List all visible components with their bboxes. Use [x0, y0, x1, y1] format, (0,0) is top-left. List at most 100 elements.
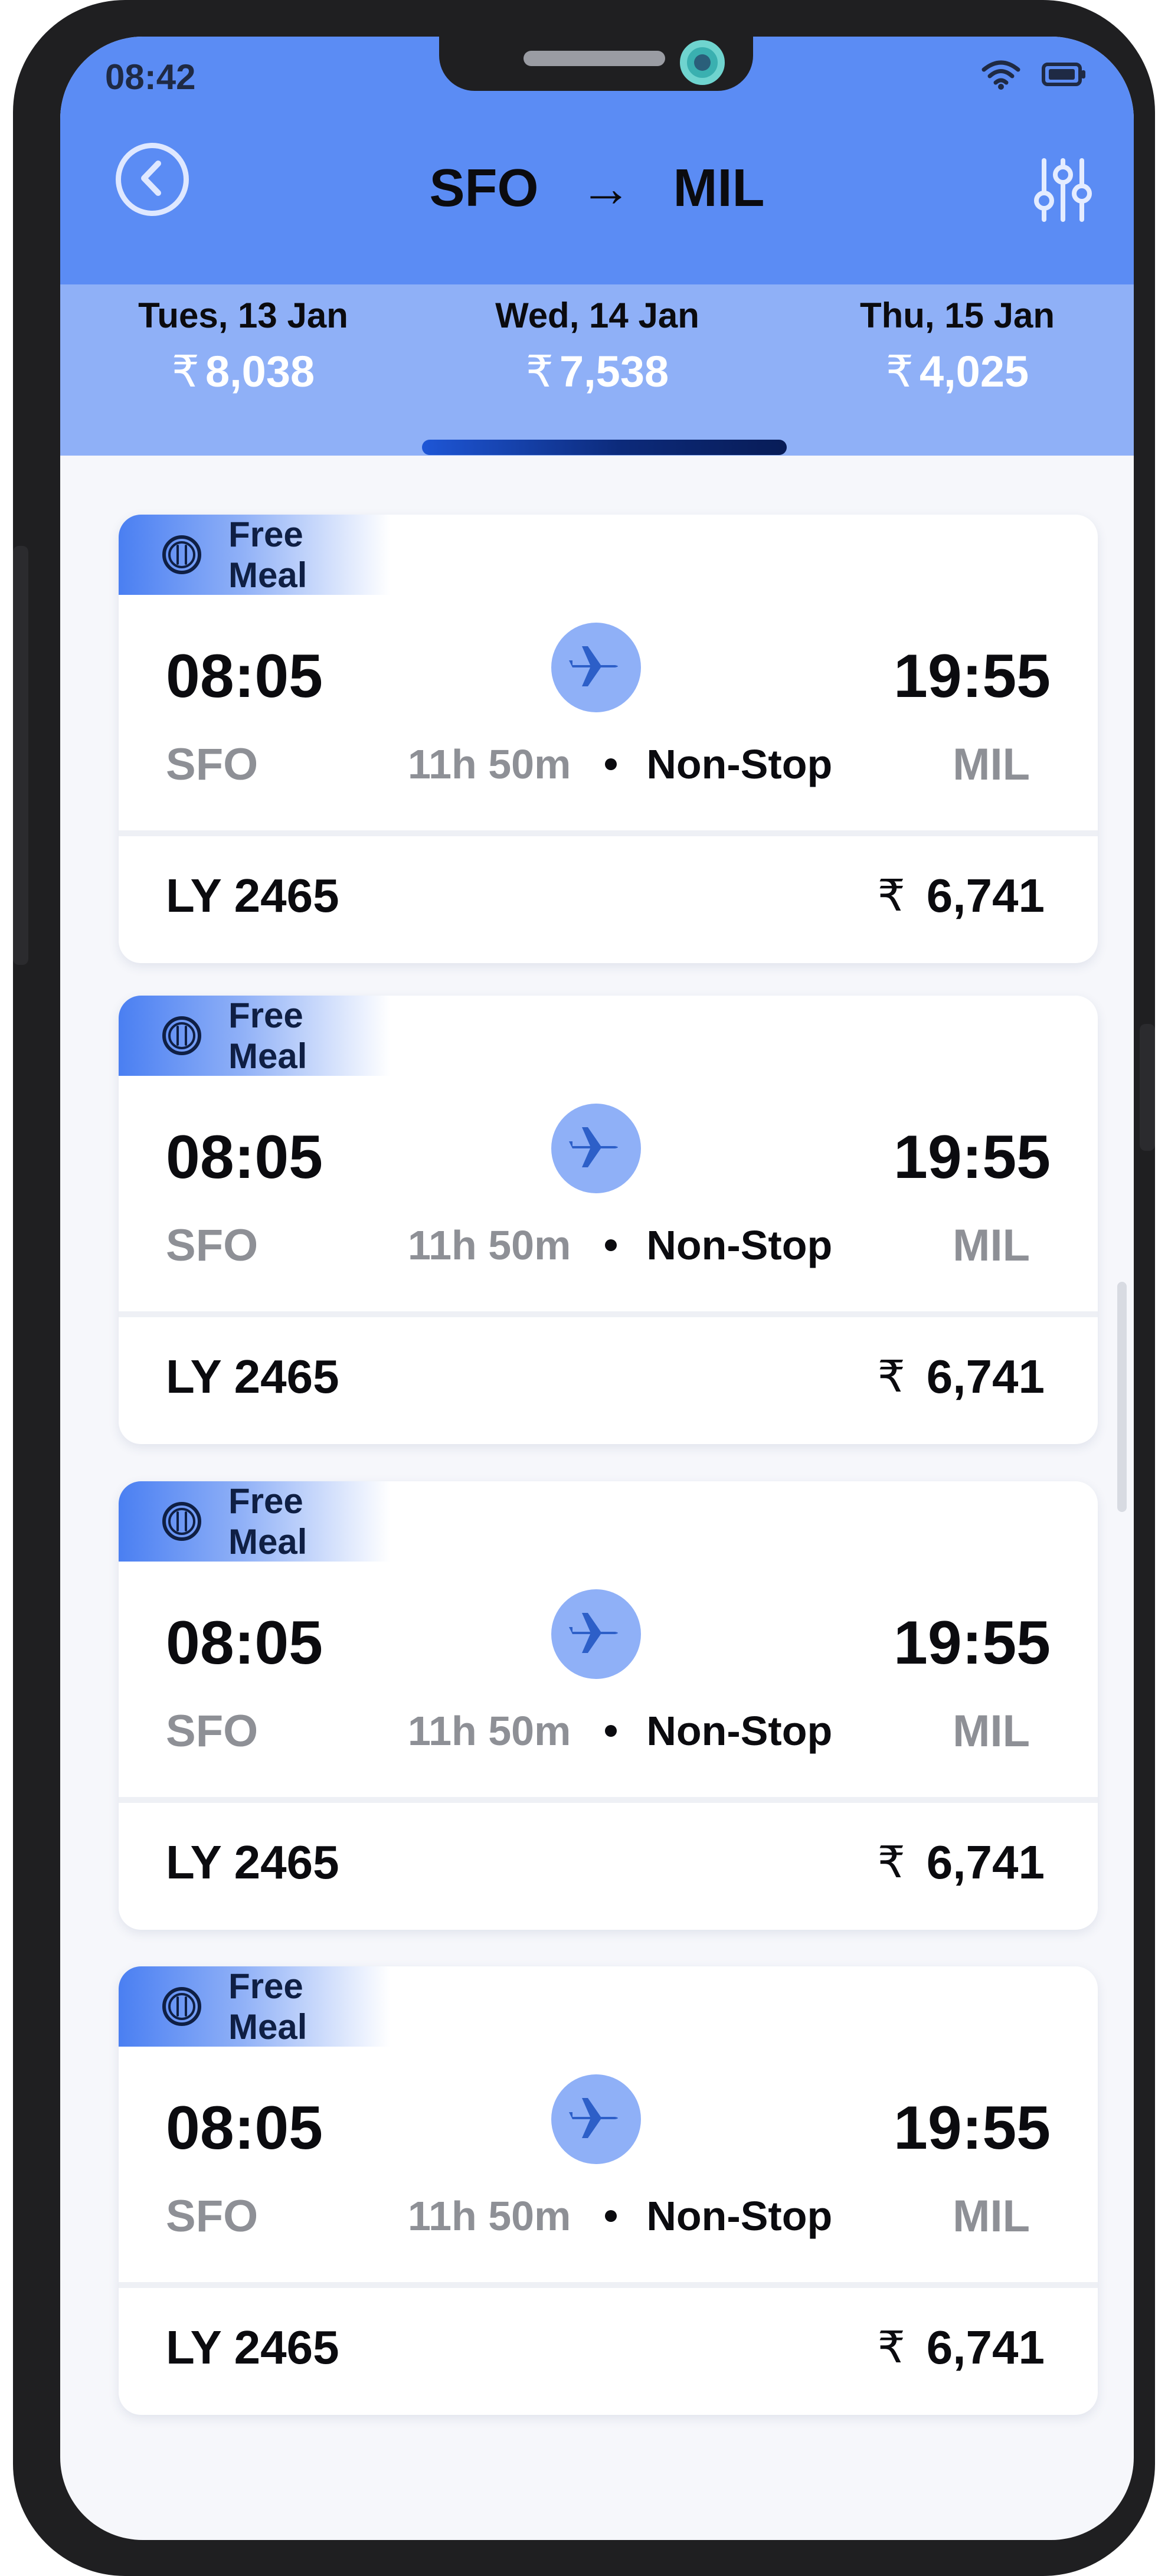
free-meal-tag: Free Meal	[119, 1966, 390, 2047]
filter-sliders-icon	[1028, 158, 1098, 228]
date-selector: Tues, 13 Jan ₹8,038 Wed, 14 Jan ₹7,538 T…	[60, 284, 1134, 456]
date-price: ₹4,025	[885, 347, 1029, 396]
date-option-1[interactable]: Tues, 13 Jan ₹8,038	[84, 295, 403, 397]
free-meal-tag: Free Meal	[119, 1481, 390, 1562]
price-value: 6,741	[926, 869, 1045, 922]
flight-card[interactable]: Free Meal 08:05 19:55 SFO 11h 50m Non-St…	[119, 515, 1098, 963]
date-price: ₹8,038	[171, 347, 315, 396]
stops-label: Non-Stop	[646, 1708, 833, 1754]
plane-badge	[551, 623, 641, 712]
phone-side-button-right	[1140, 1024, 1155, 1151]
flight-card[interactable]: Free Meal 08:05 19:55 SFO 11h 50m Non-St…	[119, 1966, 1098, 2415]
plane-badge	[551, 2074, 641, 2164]
airplane-icon	[567, 1118, 626, 1180]
date-option-3[interactable]: Thu, 15 Jan ₹4,025	[792, 295, 1123, 397]
stops-label: Non-Stop	[646, 1222, 833, 1268]
rupee-icon: ₹	[877, 2323, 905, 2372]
meal-tag-label: Free Meal	[228, 1966, 307, 2047]
destination-code: MIL	[953, 1220, 1030, 1271]
battery-icon	[1042, 61, 1087, 90]
free-meal-tag: Free Meal	[119, 515, 390, 595]
filter-button[interactable]	[1028, 155, 1098, 225]
arrival-time: 19:55	[894, 642, 1051, 711]
flight-price: ₹ 6,741	[878, 869, 1045, 923]
rupee-icon: ₹	[877, 871, 905, 920]
plane-badge	[551, 1104, 641, 1193]
destination-code: MIL	[953, 2191, 1030, 2241]
flight-duration: 11h 50m	[408, 1708, 571, 1754]
arrival-time: 19:55	[894, 1609, 1051, 1677]
separator-dot	[605, 758, 617, 770]
departure-time: 08:05	[166, 1609, 323, 1677]
arrival-time: 19:55	[894, 2094, 1051, 2162]
flight-price: ₹ 6,741	[878, 2320, 1045, 2375]
route-title: SFO → MIL	[60, 155, 1134, 219]
price-value: 6,741	[926, 1350, 1045, 1403]
origin-code: SFO	[166, 739, 259, 790]
phone-speaker	[524, 51, 665, 66]
meal-tag-label: Free Meal	[228, 996, 307, 1076]
date-option-2[interactable]: Wed, 14 Jan ₹7,538	[438, 295, 757, 397]
origin-code: SFO	[166, 1220, 259, 1271]
stops-label: Non-Stop	[646, 741, 833, 787]
date-label: Tues, 13 Jan	[138, 296, 348, 335]
date-price: ₹7,538	[525, 347, 669, 396]
separator-dot	[605, 2210, 617, 2222]
rupee-icon: ₹	[885, 347, 914, 396]
flight-number: LY 2465	[166, 869, 339, 922]
flight-price: ₹ 6,741	[878, 1835, 1045, 1890]
departure-time: 08:05	[166, 1123, 323, 1192]
card-divider	[119, 1311, 1098, 1317]
active-date-indicator	[422, 440, 787, 455]
meal-cutlery-icon	[161, 534, 202, 575]
separator-dot	[605, 1725, 617, 1737]
route-origin: SFO	[429, 158, 539, 218]
rupee-icon: ₹	[877, 1352, 905, 1401]
meal-cutlery-icon	[161, 1986, 202, 2027]
arrival-time: 19:55	[894, 1123, 1051, 1192]
flight-duration: 11h 50m	[408, 1222, 571, 1268]
card-divider	[119, 1797, 1098, 1803]
destination-code: MIL	[953, 1706, 1030, 1756]
date-label: Wed, 14 Jan	[495, 296, 699, 335]
scrollbar[interactable]	[1117, 1282, 1127, 1512]
flight-number: LY 2465	[166, 2321, 339, 2374]
meal-tag-label: Free Meal	[228, 1481, 307, 1562]
price-value: 6,741	[926, 1836, 1045, 1888]
departure-time: 08:05	[166, 642, 323, 711]
wifi-icon	[981, 59, 1020, 93]
rupee-icon: ₹	[525, 347, 554, 396]
phone-frame: 08:42 SFO → MIL Tues, 13 Jan ₹ 8,038 Wed…	[13, 0, 1155, 2576]
departure-time: 08:05	[166, 2094, 323, 2162]
flight-card[interactable]: Free Meal 08:05 19:55 SFO 11h 50m Non-St…	[119, 996, 1098, 1444]
rupee-icon: ₹	[877, 1838, 905, 1887]
date-label: Thu, 15 Jan	[859, 296, 1055, 335]
front-camera	[680, 40, 725, 85]
route-arrow-icon: →	[580, 159, 632, 218]
phone-screen: 08:42 SFO → MIL Tues, 13 Jan ₹ 8,038 Wed…	[60, 37, 1134, 2540]
flight-number: LY 2465	[166, 1836, 339, 1888]
airplane-icon	[567, 637, 626, 699]
flight-meta: 11h 50m Non-Stop	[408, 1222, 832, 1269]
card-divider	[119, 2282, 1098, 2288]
origin-code: SFO	[166, 1706, 259, 1756]
flight-duration: 11h 50m	[408, 2193, 571, 2239]
flight-meta: 11h 50m Non-Stop	[408, 1707, 832, 1755]
meal-cutlery-icon	[161, 1501, 202, 1542]
destination-code: MIL	[953, 739, 1030, 790]
airplane-icon	[567, 1603, 626, 1665]
plane-badge	[551, 1589, 641, 1679]
flight-duration: 11h 50m	[408, 741, 571, 787]
separator-dot	[605, 1239, 617, 1251]
flight-card[interactable]: Free Meal 08:05 19:55 SFO 11h 50m Non-St…	[119, 1481, 1098, 1930]
phone-side-button-left	[13, 546, 28, 965]
status-time: 08:42	[105, 57, 196, 97]
airplane-icon	[567, 2089, 626, 2151]
stops-label: Non-Stop	[646, 2193, 833, 2239]
flight-meta: 11h 50m Non-Stop	[408, 2192, 832, 2240]
flight-meta: 11h 50m Non-Stop	[408, 741, 832, 788]
meal-cutlery-icon	[161, 1015, 202, 1056]
flight-number: LY 2465	[166, 1350, 339, 1403]
status-icons	[981, 59, 1087, 93]
origin-code: SFO	[166, 2191, 259, 2241]
